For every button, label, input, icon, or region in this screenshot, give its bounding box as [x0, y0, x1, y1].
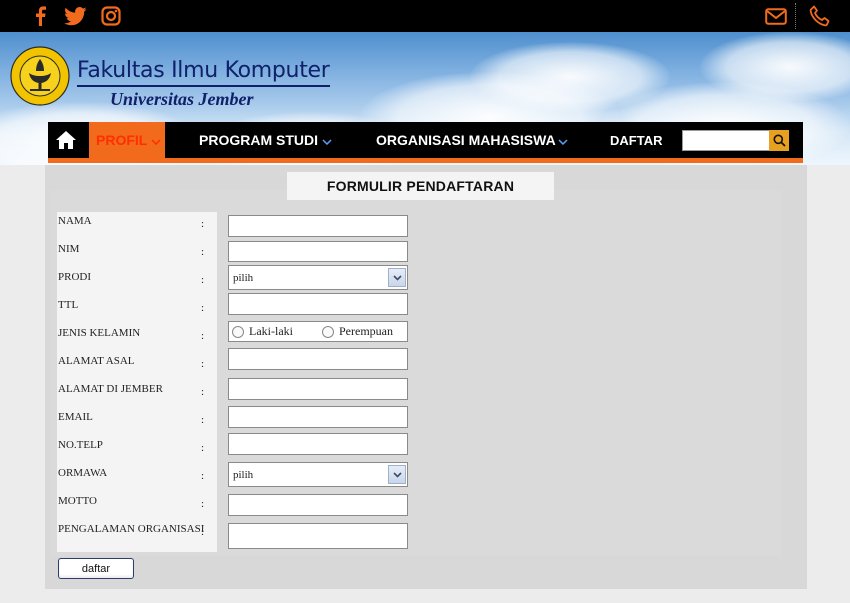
label-colon: : — [201, 442, 205, 454]
chevron-down-icon — [388, 465, 406, 484]
no-telp-input[interactable] — [228, 433, 408, 455]
label-nim: NIM — [58, 243, 80, 255]
instagram-icon[interactable] — [99, 5, 123, 27]
label-colon: : — [201, 470, 205, 482]
chevron-down-icon — [322, 132, 332, 148]
chevron-down-icon — [151, 132, 161, 148]
twitter-icon[interactable] — [63, 5, 87, 27]
label-colon: : — [201, 274, 205, 286]
nav-item-label: PROGRAM STUDI — [199, 132, 318, 148]
nav-item-program-studi[interactable]: PROGRAM STUDI — [199, 122, 332, 158]
nav-item-label: PROFIL — [96, 132, 148, 148]
search-icon — [773, 134, 786, 147]
university-logo — [10, 46, 70, 106]
label-colon: : — [201, 386, 205, 398]
search-button[interactable] — [769, 130, 789, 151]
label-no-telp: NO.TELP — [58, 439, 103, 451]
label-jenis-kelamin: JENIS KELAMIN — [58, 327, 141, 339]
label-pengalaman-organisasi: PENGALAMAN ORGANISASI — [58, 523, 205, 535]
nav-item-profil[interactable]: PROFIL — [89, 122, 165, 158]
site-title: Fakultas Ilmu Komputer — [77, 58, 330, 87]
mail-icon[interactable] — [764, 5, 788, 27]
label-ttl: TTL — [58, 299, 79, 311]
alamat-asal-input[interactable] — [228, 348, 408, 370]
ormawa-select-value: pilih — [233, 468, 254, 481]
label-colon: : — [201, 498, 205, 510]
facebook-icon[interactable] — [28, 5, 52, 27]
label-colon: : — [201, 358, 205, 370]
nav-item-organisasi-mahasiswa[interactable]: ORGANISASI MAHASISWA — [376, 122, 568, 158]
label-colon: : — [201, 302, 205, 314]
search-input[interactable] — [682, 130, 770, 151]
label-colon: : — [201, 218, 205, 230]
site-subtitle: Universitas Jember — [110, 89, 254, 109]
chevron-down-icon — [388, 268, 406, 287]
radio-perempuan[interactable] — [322, 326, 334, 338]
radio-laki-laki[interactable] — [232, 326, 244, 338]
nav-item-daftar[interactable]: DAFTAR — [610, 122, 662, 158]
home-icon[interactable] — [54, 122, 78, 158]
label-colon: : — [201, 414, 205, 426]
email-input[interactable] — [228, 406, 408, 428]
nim-input[interactable] — [228, 241, 408, 262]
prodi-select[interactable]: pilih — [228, 265, 408, 290]
nama-input[interactable] — [228, 215, 408, 237]
nav-item-label: ORGANISASI MAHASISWA — [376, 132, 556, 148]
radio-label-laki-laki: Laki-laki — [249, 324, 293, 338]
label-email: EMAIL — [58, 411, 93, 423]
label-alamat-asal: ALAMAT ASAL — [58, 355, 135, 367]
main-nav: PROFIL PROGRAM STUDI ORGANISASI MAHASISW… — [48, 122, 803, 163]
topbar-divider — [795, 3, 796, 29]
label-alamat-jember: ALAMAT DI JEMBER — [58, 383, 163, 395]
label-colon: : — [201, 526, 205, 538]
radio-label-perempuan: Perempuan — [339, 324, 393, 338]
nav-item-label: DAFTAR — [610, 132, 663, 148]
label-nama: NAMA — [58, 215, 92, 227]
phone-icon[interactable] — [808, 5, 832, 27]
label-motto: MOTTO — [58, 495, 97, 507]
ttl-input[interactable] — [228, 293, 408, 315]
chevron-down-icon — [558, 132, 568, 148]
label-prodi: PRODI — [58, 271, 92, 283]
label-colon: : — [201, 246, 205, 258]
label-ormawa: ORMAWA — [58, 467, 108, 479]
motto-input[interactable] — [228, 494, 408, 516]
ormawa-select[interactable]: pilih — [228, 462, 408, 487]
pengalaman-organisasi-input[interactable] — [228, 523, 408, 549]
daftar-button[interactable]: daftar — [58, 558, 134, 579]
alamat-jember-input[interactable] — [228, 378, 408, 400]
label-colon: : — [201, 330, 205, 342]
form-title: FORMULIR PENDAFTARAN — [287, 172, 554, 200]
gender-radio-group: Laki-laki Perempuan — [228, 321, 408, 342]
top-bar — [0, 0, 850, 32]
prodi-select-value: pilih — [233, 271, 254, 284]
